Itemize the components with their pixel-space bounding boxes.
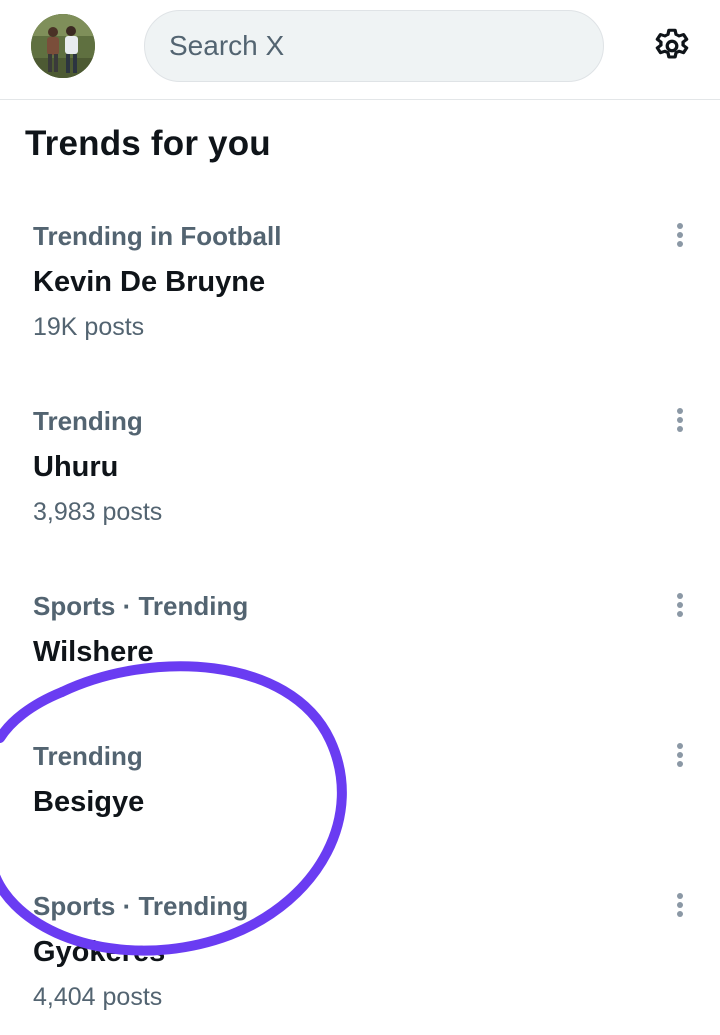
- top-bar: Search X: [0, 0, 720, 100]
- trend-name: Gyokeres: [33, 936, 166, 968]
- more-vertical-icon[interactable]: [668, 583, 692, 623]
- gear-icon[interactable]: [650, 24, 694, 68]
- trend-context: Trending: [33, 406, 143, 436]
- trend-name: Wilshere: [33, 636, 154, 668]
- trend-context: Sports · Trending: [33, 891, 249, 921]
- trend-name: Kevin De Bruyne: [33, 266, 266, 298]
- trend-context: Sports · Trending: [33, 591, 249, 621]
- avatar-photo: [31, 14, 95, 78]
- more-vertical-icon[interactable]: [668, 398, 692, 438]
- more-vertical-icon[interactable]: [668, 883, 692, 923]
- trend-context: Trending in Football: [33, 221, 282, 251]
- search-input[interactable]: Search X: [144, 10, 604, 82]
- trend-context: Trending: [33, 741, 143, 771]
- profile-avatar[interactable]: [31, 14, 95, 78]
- trend-post-count: 4,404 posts: [33, 983, 163, 1011]
- more-vertical-icon[interactable]: [668, 213, 692, 253]
- search-placeholder: Search X: [169, 30, 285, 61]
- trend-post-count: 19K posts: [33, 313, 145, 341]
- more-vertical-icon[interactable]: [668, 733, 692, 773]
- section-title: Trends for you: [25, 124, 271, 163]
- explore-page: Search X Trends for you Trending in Foot…: [0, 0, 720, 1035]
- trend-name: Besigye: [33, 786, 145, 818]
- trend-post-count: 3,983 posts: [33, 498, 163, 526]
- trend-name: Uhuru: [33, 451, 119, 483]
